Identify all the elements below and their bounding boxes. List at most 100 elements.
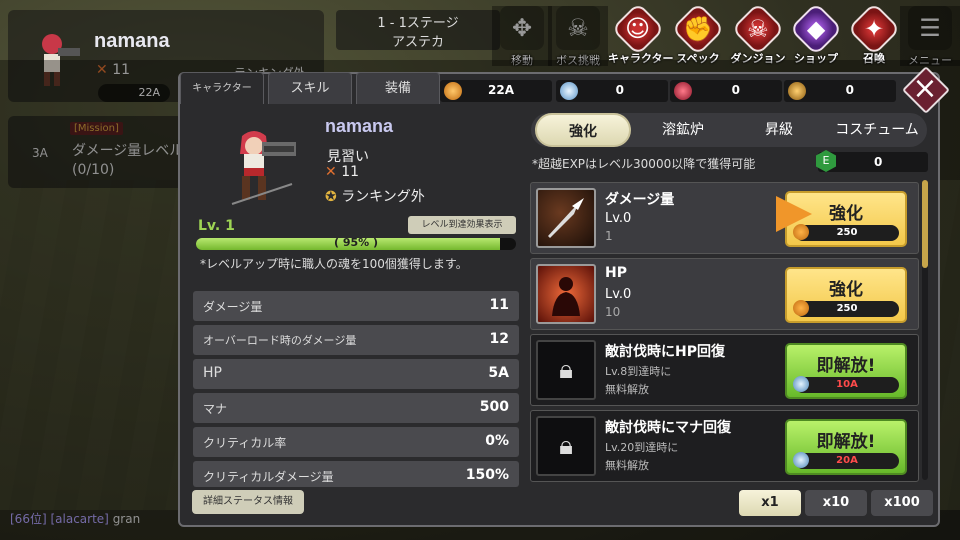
spear-icon [536, 188, 596, 248]
subtab-promotion[interactable]: 昇級 [733, 113, 825, 147]
lock-icon: 🔒︎ [536, 416, 596, 476]
stat-value: 11 [489, 297, 509, 313]
resource-medal-value: 0 [845, 83, 854, 97]
menu-dungeon-button[interactable]: ☠ ダンジョン [728, 2, 788, 66]
diamond-icon [793, 452, 809, 468]
skill-row-mana-recovery: 🔒︎ 敵討伐時にマナ回復 Lv.20到達時に 無料解放 即解放! 20A [530, 410, 919, 482]
skill-value: 1 [605, 229, 613, 243]
unlock-cost: 10A [793, 376, 899, 393]
multiplier-x10-button[interactable]: x10 [805, 490, 867, 516]
stat-label: マナ [203, 402, 228, 416]
gold-coin-icon [444, 82, 462, 100]
xp-percent: ( 95% ) [333, 236, 379, 249]
instant-unlock-label: 即解放! [816, 432, 876, 452]
lock-icon: 🔒︎ [536, 340, 596, 400]
scrollbar-thumb[interactable] [922, 180, 928, 268]
character-rank-value: ランキング外 [341, 189, 425, 205]
skill-row-hp: HP Lv.0 10 強化 250 [530, 258, 919, 330]
stat-value: 12 [489, 331, 509, 347]
menu-move-button[interactable]: ✥ 移動 [492, 6, 552, 67]
level-effect-button[interactable]: レベル到達効果表示 [408, 216, 516, 234]
stat-row-crit-damage: クリティカルダメージ量 150% [193, 461, 519, 487]
stage-indicator: 1 - 1ステージ アステカ [336, 10, 500, 50]
tab-character[interactable]: キャラクター [180, 72, 264, 104]
character-level: ✕ 11 [325, 164, 359, 180]
multiplier-x1-button[interactable]: x1 [739, 490, 801, 516]
stat-value: 5A [488, 365, 509, 381]
stat-label: HP [203, 365, 222, 381]
menu-icon: ☰ [908, 6, 952, 50]
multiplier-x100-button[interactable]: x100 [871, 490, 933, 516]
character-name: namana [325, 116, 394, 136]
hud-player-name: namana [94, 30, 170, 52]
red-crystal-icon [674, 82, 692, 100]
skill-name: ダメージ量 [605, 192, 675, 208]
subtab-enhance[interactable]: 強化 [535, 113, 631, 147]
skill-unlock-note: 無料解放 [605, 383, 649, 396]
character-sprite [231, 131, 296, 205]
tutorial-arrow-icon [776, 196, 812, 232]
skill-level: Lv.0 [605, 211, 632, 226]
dungeon-icon: ☠ [731, 2, 785, 56]
summon-icon: ✦ [847, 2, 901, 56]
resource-gold-value: 22A [488, 83, 514, 97]
stat-label: ダメージ量 [203, 300, 263, 314]
skill-name: HP [605, 265, 627, 281]
close-button[interactable]: × [901, 65, 951, 115]
skill-row-damage: ダメージ量 Lv.0 1 強化 250 [530, 182, 919, 254]
skill-unlock-condition: Lv.20到達時に [605, 441, 679, 454]
move-icon: ✥ [500, 6, 544, 50]
menu-summon-button[interactable]: ✦ 召喚 [844, 2, 904, 66]
subtab-costume[interactable]: コスチューム [827, 113, 927, 147]
skill-unlock-note: 無料解放 [605, 459, 649, 472]
gold-coin-icon [793, 300, 809, 316]
skill-name: 敵討伐時にHP回復 [605, 344, 725, 360]
dialog-tabs: キャラクター スキル 装備 [180, 72, 444, 108]
menu-spec-button[interactable]: ✊ スペック [668, 2, 728, 66]
rank-medal-icon: ✪ [325, 189, 337, 205]
upgrade-subtabs: 強化 溶鉱炉 昇級 コスチューム [531, 113, 927, 147]
resource-red-crystal-value: 0 [731, 83, 740, 97]
skill-name: 敵討伐時にマナ回復 [605, 420, 731, 436]
close-icon: × [912, 71, 938, 106]
resource-diamond-value: 0 [615, 83, 624, 97]
level-up-note: *レベルアップ時に職人の魂を100個獲得します。 [200, 257, 468, 271]
skill-value: 10 [605, 305, 621, 319]
exp-note: *超越EXPはレベル30000以降で獲得可能 [532, 157, 756, 171]
sun-medal-icon [788, 82, 806, 100]
resource-gold: 22A [440, 80, 552, 102]
enhance-button-label: 強化 [829, 280, 863, 300]
level-label: Lv. 1 [198, 218, 235, 234]
swords-icon: ✕ [325, 164, 337, 180]
tab-skill[interactable]: スキル [268, 72, 352, 104]
skill-row-hp-recovery: 🔒︎ 敵討伐時にHP回復 Lv.8到達時に 無料解放 即解放! 10A [530, 334, 919, 406]
diamond-icon [560, 82, 578, 100]
hp-figure-icon [536, 264, 596, 324]
stat-value: 500 [479, 399, 509, 415]
stage-number: 1 - 1ステージ [377, 16, 459, 31]
enhance-cost-value: 250 [836, 303, 858, 314]
menu-boss-button[interactable]: ☠ ボス挑戦 [548, 6, 608, 67]
character-icon: ☺ [611, 2, 665, 56]
tab-equipment[interactable]: 装備 [356, 72, 440, 104]
character-level-value: 11 [341, 164, 360, 180]
instant-unlock-button[interactable]: 即解放! 10A [785, 343, 907, 399]
instant-unlock-button[interactable]: 即解放! 20A [785, 419, 907, 475]
detail-status-button[interactable]: 詳細ステータス情報 [192, 490, 304, 514]
enhance-button[interactable]: 強化 250 [785, 267, 907, 323]
skill-list-scrollbar[interactable] [922, 180, 928, 480]
unlock-cost: 20A [793, 452, 899, 469]
subtab-furnace[interactable]: 溶鉱炉 [637, 113, 729, 147]
stage-name: アステカ [391, 35, 444, 50]
unlock-cost-value: 20A [836, 455, 858, 466]
enhance-cost: 250 [793, 300, 899, 317]
transcend-exp: E 0 [816, 150, 928, 172]
menu-shop-button[interactable]: ◆ ショップ [786, 2, 846, 66]
enhance-cost-value: 250 [836, 227, 858, 238]
shop-icon: ◆ [789, 2, 843, 56]
menu-main-button[interactable]: ☰ メニュー [900, 6, 960, 67]
resource-red-crystal: 0 [670, 80, 782, 102]
menu-character-button[interactable]: ☺ キャラクター [608, 2, 674, 66]
resource-medal: 0 [784, 80, 896, 102]
unlock-cost-value: 10A [836, 379, 858, 390]
